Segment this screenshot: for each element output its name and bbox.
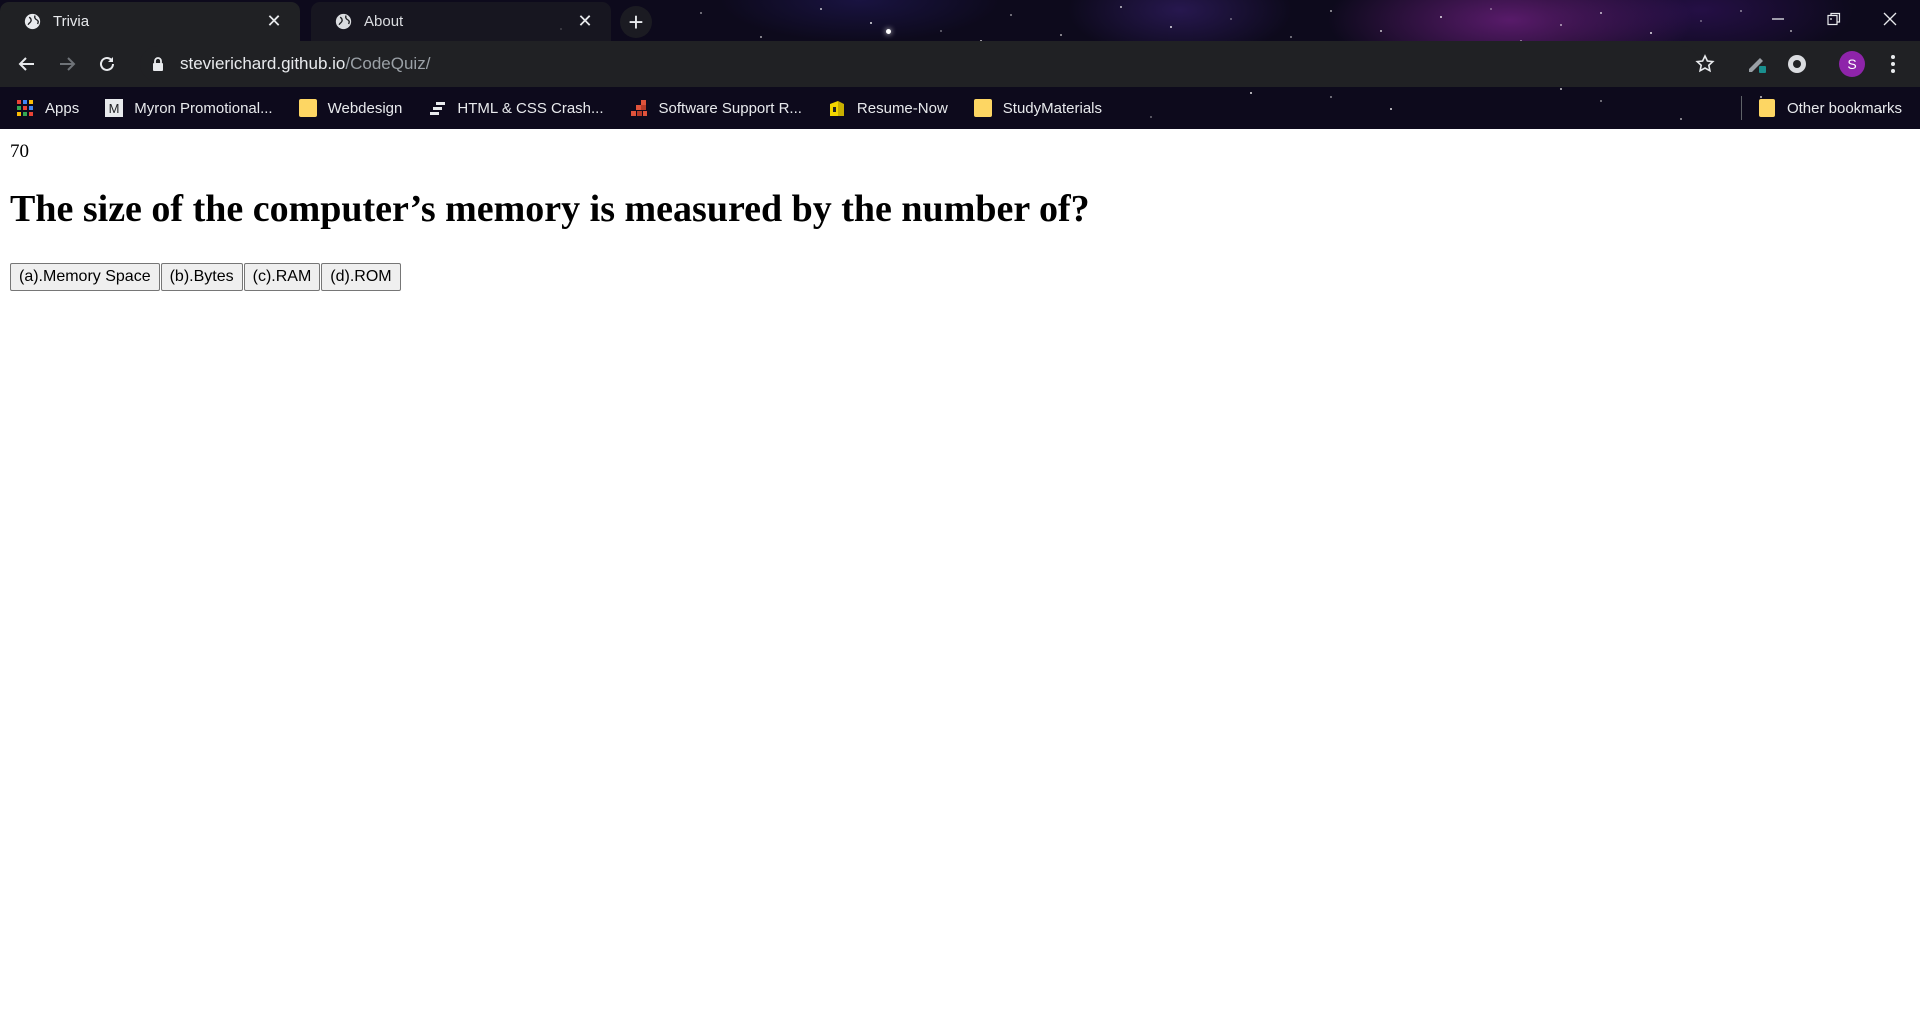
choice-c-button[interactable]: (c).RAM [243,263,321,291]
quiz-timer: 70 [10,141,29,162]
bookmark-myron[interactable]: M Myron Promotional... [105,99,273,117]
bookmark-resume-now[interactable]: Resume-Now [828,99,948,117]
close-icon[interactable]: ✕ [264,11,284,32]
tab-title: About [364,13,404,30]
other-bookmarks[interactable]: Other bookmarks [1758,87,1902,129]
browser-chrome: Trivia ✕ About ✕ + stevierichard.github.… [0,0,1920,129]
bookmark-label: Resume-Now [856,99,948,117]
bookmark-label: Myron Promotional... [134,99,273,117]
more-vert-icon [1891,55,1895,73]
tab-about[interactable]: About ✕ [311,2,611,41]
pen-icon [1749,58,1766,73]
restore-button[interactable] [1806,0,1862,38]
arrow-left-icon [18,57,34,71]
bookmark-label: Apps [45,99,80,117]
tab-title: Trivia [53,13,90,30]
bookmarks-divider [1741,96,1742,120]
choice-d-button[interactable]: (d).ROM [321,263,401,291]
answer-choices: (a).Memory Space (b).Bytes (c).RAM (d).R… [10,263,402,291]
extension-icon [1788,55,1806,73]
profile-button[interactable]: S [1835,47,1869,81]
toolbar: stevierichard.github.io/CodeQuiz/ S [0,41,1920,87]
globe-icon [335,13,352,30]
bookmark-studymaterials[interactable]: StudyMaterials [973,99,1102,117]
extension-circle-button[interactable] [1780,47,1814,81]
bookmarks-bar: Apps M Myron Promotional... Webdesign HT… [0,87,1920,129]
bookmark-html-css[interactable]: HTML & CSS Crash... [428,99,604,117]
svg-text:M: M [109,101,120,116]
resume-now-icon [829,101,844,116]
minimize-button[interactable] [1750,0,1806,38]
bookmark-star-button[interactable] [1688,47,1722,81]
avatar: S [1839,51,1865,77]
choice-a-button[interactable]: (a).Memory Space [10,263,160,291]
myron-m-icon: M [105,99,124,117]
reload-icon [100,56,114,71]
bookmark-label: StudyMaterials [1002,99,1102,117]
bookmark-label: HTML & CSS Crash... [457,99,604,117]
question-heading: The size of the computer’s memory is mea… [10,188,1090,230]
apps-grid-icon [17,100,33,116]
tab-strip: Trivia ✕ About ✕ + [0,0,1920,41]
reload-button[interactable] [90,47,124,81]
menu-button[interactable] [1876,47,1910,81]
address-bar[interactable]: stevierichard.github.io/CodeQuiz/ [140,46,1700,82]
bars-icon [430,102,446,115]
bookmark-apps[interactable]: Apps [16,99,79,117]
folder-icon [973,99,992,117]
other-bookmarks-label: Other bookmarks [1786,99,1902,117]
close-icon [1883,12,1897,26]
url-path: /CodeQuiz/ [345,54,431,73]
bookmark-webdesign[interactable]: Webdesign [298,99,403,117]
close-icon[interactable]: ✕ [575,11,595,32]
page-content: 70 The size of the computer’s memory is … [0,129,1920,1030]
folder-icon [1758,99,1775,117]
bookmark-label: Software Support R... [658,99,802,117]
bookmark-label: Webdesign [327,99,403,117]
extension-pen-button[interactable] [1740,47,1774,81]
arrow-right-icon [60,57,76,71]
minimize-icon [1772,18,1784,20]
back-button[interactable] [10,47,44,81]
choice-b-button[interactable]: (b).Bytes [160,263,243,291]
forward-button[interactable] [50,47,84,81]
close-window-button[interactable] [1862,0,1918,38]
bookmark-software-support[interactable]: Software Support R... [630,99,802,117]
new-tab-button[interactable]: + [620,6,652,38]
tab-trivia[interactable]: Trivia ✕ [0,2,300,41]
folder-icon [298,99,317,117]
lock-icon [153,57,163,71]
star-icon [1695,54,1715,73]
plus-icon: + [628,7,644,37]
blocks-icon [630,100,647,116]
url-host: stevierichard.github.io [180,54,346,73]
globe-icon [24,13,41,30]
restore-icon [1827,12,1841,26]
